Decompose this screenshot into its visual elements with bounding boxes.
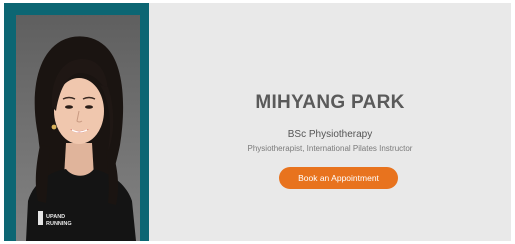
profile-role: Physiotherapist, International Pilates I… [247,144,413,153]
photo-frame: UPAND RUNNING [4,3,149,241]
profile-name: MIHYANG PARK [255,92,405,113]
profile-info: MIHYANG PARK BSc Physiotherapy Physiothe… [149,3,511,241]
profile-degree: BSc Physiotherapy [287,129,373,140]
shirt-logo-line1: UPAND [46,214,65,220]
shirt-logo-line2: RUNNING [46,221,72,227]
profile-photo: UPAND RUNNING [16,15,140,241]
book-appointment-button[interactable]: Book an Appointment [279,167,398,189]
